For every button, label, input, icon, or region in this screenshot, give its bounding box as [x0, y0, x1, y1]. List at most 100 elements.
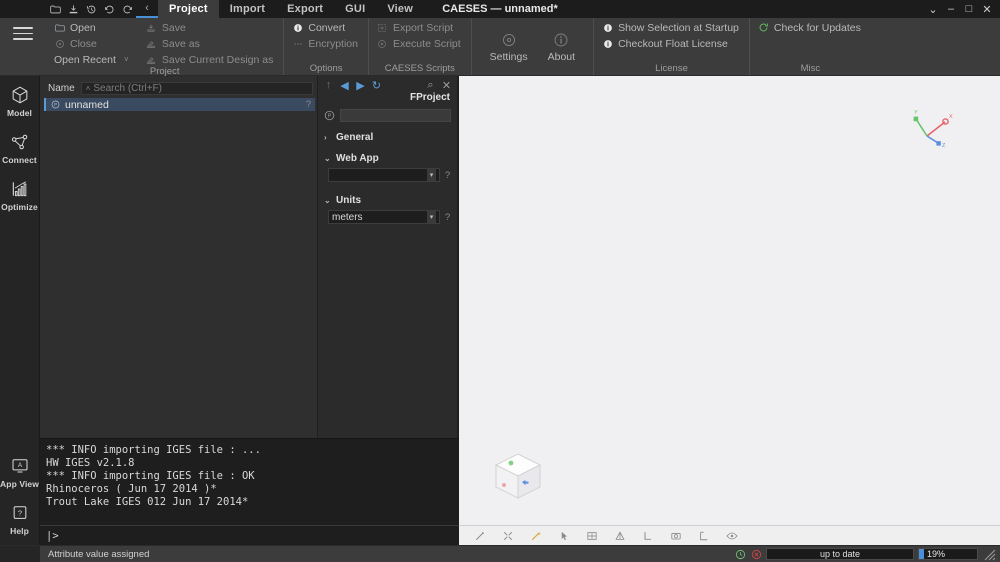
ribbon-group-label-misc: Misc: [800, 63, 821, 74]
coordinate-axes-icon[interactable]: [634, 527, 662, 545]
console-panel: *** INFO importing IGES file : ... HW IG…: [40, 438, 459, 545]
close-panel-icon[interactable]: ✕: [441, 80, 452, 92]
ribbon-group-caeses-scripts: Export Script Execute Script CAESES Scri…: [369, 18, 472, 75]
console-input[interactable]: |>: [40, 525, 459, 545]
open-folder-icon[interactable]: [46, 0, 64, 18]
close-circle-icon: [54, 38, 65, 49]
ribbon-close-button[interactable]: Close: [54, 37, 134, 50]
magic-wand-icon[interactable]: [522, 527, 550, 545]
rail-item-optimize[interactable]: Optimize: [0, 170, 40, 217]
history-icon[interactable]: [82, 0, 100, 18]
tree-row-help-icon[interactable]: ?: [306, 99, 315, 110]
search-icon[interactable]: ⌕: [425, 79, 436, 91]
tree-column-header-name: Name: [48, 82, 75, 94]
tab-gui[interactable]: GUI: [334, 0, 376, 18]
up-level-icon[interactable]: ↑: [323, 79, 334, 91]
snapshot-camera-icon[interactable]: [662, 527, 690, 545]
ribbon-open-label: Open: [70, 21, 96, 34]
svg-text:?: ?: [17, 509, 21, 518]
properties-name-input[interactable]: [340, 109, 451, 122]
tree-search-input[interactable]: ˄ Search (Ctrl+F): [80, 81, 313, 95]
ribbon-open-recent-button[interactable]: Open Recent ˅: [54, 53, 134, 66]
visibility-eye-icon[interactable]: [718, 527, 746, 545]
save-design-icon: [146, 54, 157, 65]
clock-icon[interactable]: [734, 548, 746, 560]
ribbon-export-script-button[interactable]: Export Script: [377, 21, 463, 34]
ribbon-tab-strip: Project Import Export GUI View: [158, 0, 424, 18]
tree-row-unnamed[interactable]: P unnamed ?: [44, 98, 315, 111]
ribbon-group-label-license: License: [655, 63, 688, 74]
ribbon-open-recent-label: Open Recent: [54, 53, 116, 66]
close-button[interactable]: ✕: [979, 1, 995, 17]
save-as-icon: [146, 38, 157, 49]
ribbon-save-as-button[interactable]: Save as: [146, 37, 275, 50]
status-message: Attribute value assigned: [48, 548, 150, 560]
ribbon-check-for-updates-button[interactable]: Check for Updates: [758, 21, 863, 34]
tab-project[interactable]: Project: [158, 0, 219, 18]
error-circle-icon[interactable]: [750, 548, 762, 560]
chevron-right-icon: ›: [324, 133, 327, 142]
web-app-dropdown[interactable]: ▾: [328, 168, 440, 182]
properties-row-web-app: ▾ ?: [318, 166, 457, 187]
triangulation-icon[interactable]: [606, 527, 634, 545]
rail-item-connect[interactable]: Connect: [0, 123, 40, 170]
ribbon-execute-script-button[interactable]: Execute Script: [377, 37, 463, 50]
ribbon-collapse-button[interactable]: ‹: [136, 0, 158, 18]
measure-icon[interactable]: [466, 527, 494, 545]
export-script-icon: [377, 22, 388, 33]
chevron-down-icon: ▾: [427, 169, 436, 181]
chevron-down-icon[interactable]: ⌄: [925, 1, 941, 17]
web-app-help-icon[interactable]: ?: [444, 170, 451, 181]
minimize-button[interactable]: –: [943, 1, 959, 17]
chevron-down-icon: ⌄: [324, 196, 331, 205]
rail-item-help[interactable]: ? Help: [0, 494, 40, 545]
ribbon-show-selection-label: Show Selection at Startup: [618, 21, 739, 34]
ribbon-export-script-label: Export Script: [392, 21, 454, 34]
navigation-cube[interactable]: [489, 447, 547, 505]
undo-icon[interactable]: [100, 0, 118, 18]
3d-viewport[interactable]: X Y Z: [458, 76, 1000, 525]
tab-export[interactable]: Export: [276, 0, 334, 18]
ribbon-show-selection-at-startup-button[interactable]: Show Selection at Startup: [602, 21, 741, 34]
main-menu-button[interactable]: [0, 18, 46, 75]
rail-label-connect: Connect: [2, 155, 37, 165]
ribbon-save-as-label: Save as: [161, 37, 200, 50]
grid-icon[interactable]: [578, 527, 606, 545]
ribbon-checkout-float-license-button[interactable]: Checkout Float License: [602, 37, 741, 50]
settings-button[interactable]: Settings: [480, 29, 538, 65]
ribbon-convert-button[interactable]: Convert: [292, 21, 360, 34]
select-cursor-icon[interactable]: [550, 527, 578, 545]
save-icon[interactable]: [64, 0, 82, 18]
ribbon-open-button[interactable]: Open: [54, 21, 134, 34]
properties-section-web-app[interactable]: ⌄ Web App: [318, 151, 457, 166]
fit-view-icon[interactable]: [494, 527, 522, 545]
refresh-icon[interactable]: ↻: [371, 80, 382, 92]
ribbon-save-button[interactable]: Save: [146, 21, 275, 34]
ribbon-encryption-button[interactable]: Encryption: [292, 37, 360, 50]
tab-view[interactable]: View: [376, 0, 424, 18]
units-dropdown[interactable]: meters ▾: [328, 210, 440, 224]
properties-section-units[interactable]: ⌄ Units: [318, 193, 457, 208]
status-bar-right: up to date 19%: [734, 547, 1000, 561]
properties-section-general[interactable]: › General: [318, 130, 457, 145]
corner-snap-icon[interactable]: [690, 527, 718, 545]
node-graph-icon: [10, 132, 30, 152]
redo-icon[interactable]: [118, 0, 136, 18]
resize-grip-icon[interactable]: [982, 547, 996, 561]
properties-section-units-label: Units: [336, 195, 361, 206]
caeses-application-window: CAESES — unnamed* ‹ Project Import Expor…: [0, 0, 1000, 562]
chevron-down-icon: ˅: [124, 55, 129, 64]
rail-item-model[interactable]: Model: [0, 76, 40, 123]
tab-import[interactable]: Import: [219, 0, 276, 18]
rail-label-model: Model: [6, 108, 33, 118]
rail-item-app-view[interactable]: A App View: [0, 447, 40, 494]
about-button[interactable]: About: [538, 29, 585, 65]
progress-indicator: 19%: [918, 548, 978, 560]
ribbon-group-options: Convert Encryption Options: [284, 18, 369, 75]
maximize-button[interactable]: □: [961, 1, 977, 17]
tree-row-label: unnamed: [65, 98, 109, 111]
forward-icon[interactable]: ▶: [355, 80, 366, 92]
back-icon[interactable]: ◀: [339, 80, 350, 92]
ribbon-save-current-design-button[interactable]: Save Current Design as: [146, 53, 275, 66]
units-help-icon[interactable]: ?: [444, 212, 451, 223]
